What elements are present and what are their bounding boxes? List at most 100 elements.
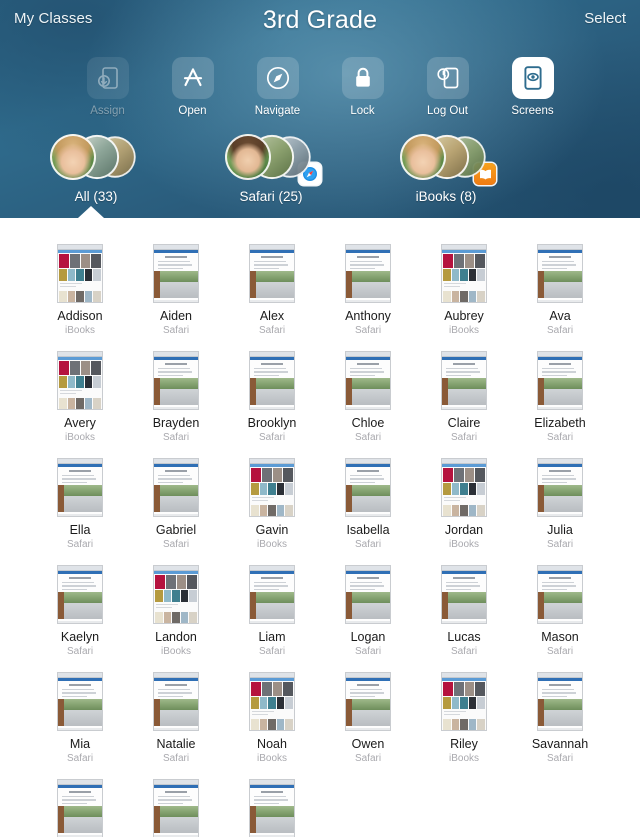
group-tab-safari[interactable]: Safari (25): [211, 134, 331, 204]
avatar-stack: [48, 134, 144, 180]
student-cell[interactable]: Chloe Safari: [320, 351, 416, 458]
student-cell[interactable]: Aiden Safari: [128, 244, 224, 351]
student-name: Kaelyn: [60, 630, 100, 644]
avatar-stack: [223, 134, 321, 185]
student-cell[interactable]: [224, 779, 320, 837]
student-screen-thumbnail[interactable]: [345, 458, 391, 517]
toolbar-button-lock[interactable]: Lock: [335, 57, 391, 117]
group-tab-all[interactable]: All (33): [36, 134, 156, 204]
student-cell[interactable]: Addison iBooks: [32, 244, 128, 351]
student-screen-thumbnail[interactable]: [57, 565, 103, 624]
toolbar-label-navigate: Navigate: [254, 105, 301, 117]
student-name: Brayden: [152, 416, 200, 430]
student-name: Aiden: [160, 309, 192, 323]
student-cell[interactable]: Gavin iBooks: [224, 458, 320, 565]
student-cell[interactable]: Landon iBooks: [128, 565, 224, 672]
student-screen-thumbnail[interactable]: [249, 244, 295, 303]
avatar-stack: [398, 134, 496, 185]
student-screen-thumbnail[interactable]: [345, 351, 391, 410]
student-current-app: iBooks: [448, 753, 479, 764]
student-cell[interactable]: Claire Safari: [416, 351, 512, 458]
student-cell[interactable]: Lucas Safari: [416, 565, 512, 672]
student-screen-thumbnail[interactable]: [57, 779, 103, 837]
student-screen-thumbnail[interactable]: [249, 779, 295, 837]
student-name: Ella: [69, 523, 91, 537]
student-cell[interactable]: Brooklyn Safari: [224, 351, 320, 458]
student-screen-thumbnail[interactable]: [249, 458, 295, 517]
student-cell[interactable]: Liam Safari: [224, 565, 320, 672]
student-cell[interactable]: Aubrey iBooks: [416, 244, 512, 351]
student-screen-thumbnail[interactable]: [57, 458, 103, 517]
toolbar-button-logout[interactable]: Log Out: [420, 57, 476, 117]
group-filter-tabs: All (33) Safari (25) iBooks (8): [0, 134, 640, 204]
student-screen-thumbnail[interactable]: [345, 244, 391, 303]
student-screen-thumbnail[interactable]: [441, 672, 487, 731]
student-cell[interactable]: Ava Safari: [512, 244, 608, 351]
screens-view: My Classes 3rd Grade Select Assign Open …: [0, 0, 640, 837]
student-cell[interactable]: Ella Safari: [32, 458, 128, 565]
student-cell[interactable]: Mia Safari: [32, 672, 128, 779]
student-screen-thumbnail[interactable]: [345, 672, 391, 731]
student-screen-thumbnail[interactable]: [537, 458, 583, 517]
toolbar-button-screens[interactable]: Screens: [505, 57, 561, 117]
student-cell[interactable]: Anthony Safari: [320, 244, 416, 351]
student-screen-thumbnail[interactable]: [441, 244, 487, 303]
toolbar-button-assign[interactable]: Assign: [80, 57, 136, 117]
student-screen-thumbnail[interactable]: [57, 351, 103, 410]
student-current-app: Safari: [354, 753, 382, 764]
student-cell[interactable]: Riley iBooks: [416, 672, 512, 779]
student-screen-thumbnail[interactable]: [441, 351, 487, 410]
student-screen-thumbnail[interactable]: [345, 565, 391, 624]
student-cell[interactable]: Natalie Safari: [128, 672, 224, 779]
student-cell[interactable]: Savannah Safari: [512, 672, 608, 779]
student-screen-thumbnail[interactable]: [153, 779, 199, 837]
student-grid-container[interactable]: Addison iBooks Aiden Safari Alex Safari Anthon…: [0, 218, 640, 837]
student-cell[interactable]: Jordan iBooks: [416, 458, 512, 565]
student-name: Alex: [259, 309, 285, 323]
student-screen-thumbnail[interactable]: [57, 244, 103, 303]
student-cell[interactable]: Owen Safari: [320, 672, 416, 779]
toolbar-button-open[interactable]: Open: [165, 57, 221, 117]
student-cell[interactable]: Isabella Safari: [320, 458, 416, 565]
student-screen-thumbnail[interactable]: [441, 565, 487, 624]
student-screen-thumbnail[interactable]: [57, 672, 103, 731]
student-screen-thumbnail[interactable]: [249, 672, 295, 731]
student-cell[interactable]: Avery iBooks: [32, 351, 128, 458]
student-cell[interactable]: Brayden Safari: [128, 351, 224, 458]
student-cell[interactable]: Noah iBooks: [224, 672, 320, 779]
student-screen-thumbnail[interactable]: [537, 244, 583, 303]
student-name: Noah: [257, 737, 287, 751]
student-current-app: Safari: [450, 432, 478, 443]
action-toolbar: Assign Open Navigate Lock Log Out Screen…: [0, 57, 640, 117]
select-button[interactable]: Select: [584, 10, 626, 27]
group-tab-ibooks[interactable]: iBooks (8): [386, 134, 506, 204]
student-current-app: iBooks: [256, 753, 287, 764]
student-screen-thumbnail[interactable]: [153, 244, 199, 303]
student-screen-thumbnail[interactable]: [153, 565, 199, 624]
student-cell[interactable]: Alex Safari: [224, 244, 320, 351]
toolbar-button-navigate[interactable]: Navigate: [250, 57, 306, 117]
student-current-app: Safari: [546, 325, 574, 336]
student-screen-thumbnail[interactable]: [249, 351, 295, 410]
student-screen-thumbnail[interactable]: [537, 672, 583, 731]
student-cell[interactable]: Julia Safari: [512, 458, 608, 565]
student-cell[interactable]: Gabriel Safari: [128, 458, 224, 565]
student-screen-thumbnail[interactable]: [153, 672, 199, 731]
student-cell[interactable]: [32, 779, 128, 837]
student-name: Ava: [549, 309, 571, 323]
student-cell[interactable]: Logan Safari: [320, 565, 416, 672]
student-screen-thumbnail[interactable]: [537, 565, 583, 624]
appstore-icon: [171, 57, 214, 99]
toolbar-label-lock: Lock: [350, 105, 375, 117]
student-cell[interactable]: Kaelyn Safari: [32, 565, 128, 672]
student-current-app: iBooks: [448, 325, 479, 336]
student-name: Claire: [447, 416, 481, 430]
student-cell[interactable]: Mason Safari: [512, 565, 608, 672]
student-screen-thumbnail[interactable]: [153, 458, 199, 517]
student-screen-thumbnail[interactable]: [537, 351, 583, 410]
student-screen-thumbnail[interactable]: [441, 458, 487, 517]
student-cell[interactable]: [128, 779, 224, 837]
student-screen-thumbnail[interactable]: [153, 351, 199, 410]
student-screen-thumbnail[interactable]: [249, 565, 295, 624]
student-cell[interactable]: Elizabeth Safari: [512, 351, 608, 458]
